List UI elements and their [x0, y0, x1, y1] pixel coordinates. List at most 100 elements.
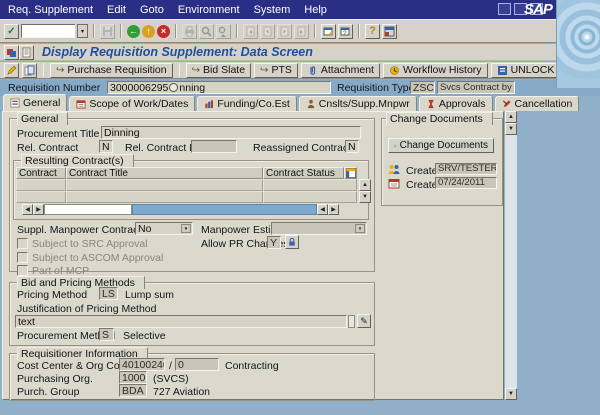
table-scroll-right-icon[interactable]: ▶	[33, 204, 44, 215]
table-row-cell[interactable]	[16, 179, 66, 191]
pts-label: PTS	[271, 64, 292, 76]
rel-contract-field[interactable]: N	[99, 140, 113, 153]
cost-center-field[interactable]: 40100240	[119, 358, 165, 371]
next-page-icon	[277, 23, 292, 39]
menu-system[interactable]: System	[254, 4, 291, 16]
requisition-number-field[interactable]: 3000006295 nning	[107, 81, 331, 94]
divider	[358, 24, 360, 38]
table-scroll-up-icon[interactable]: ▲	[359, 179, 371, 191]
purchasing-org-field[interactable]: 1000	[119, 371, 147, 384]
other-requisition-icon[interactable]	[22, 62, 37, 78]
print-icon	[182, 23, 197, 39]
justification-text-field[interactable]: text	[15, 315, 347, 328]
table-scroll-down-icon[interactable]: ▼	[359, 191, 371, 203]
reassigned-contract-field[interactable]: N	[345, 140, 359, 153]
tab-general[interactable]: General	[3, 94, 68, 111]
table-scroll-left-icon[interactable]: ◀	[317, 204, 328, 215]
menu-environment[interactable]: Environment	[178, 4, 240, 16]
create-shortcut-icon[interactable]: ?	[338, 23, 353, 39]
table-hscroll-thumb[interactable]	[132, 204, 317, 215]
exit-glyph: ↑	[146, 26, 151, 36]
tab-strip: General Scope of Work/Dates Funding/Co.E…	[0, 94, 600, 111]
minimize-icon[interactable]	[498, 3, 511, 15]
services-for-object-icon[interactable]	[19, 44, 34, 60]
menu-req-supplement[interactable]: Req. Supplement	[8, 4, 93, 16]
sap-gui-window: Req. Supplement Edit Goto Environment Sy…	[0, 0, 600, 415]
command-input[interactable]	[21, 24, 75, 38]
dropdown-icon[interactable]: ▾	[355, 224, 365, 233]
menu-help[interactable]: Help	[304, 4, 327, 16]
table-scroll-right-icon[interactable]: ▶	[328, 204, 339, 215]
screen-options-icon[interactable]	[4, 44, 19, 60]
exit-icon[interactable]: ↑	[142, 24, 155, 38]
table-scroll-left-icon[interactable]: ◀	[22, 204, 33, 215]
manpower-estimate-dropdown[interactable]: ▾	[271, 222, 367, 235]
part-of-mcp-checkbox[interactable]	[17, 265, 28, 276]
src-approval-checkbox[interactable]	[17, 238, 28, 249]
suppl-manpower-dropdown[interactable]: No ▾	[135, 222, 193, 235]
tab-scope-of-work[interactable]: Scope of Work/Dates	[69, 96, 196, 111]
menu-goto[interactable]: Goto	[140, 4, 164, 16]
sap-logo: SAP	[524, 1, 553, 18]
table-row-cell[interactable]	[66, 179, 263, 191]
table-row-cell[interactable]	[16, 191, 66, 203]
procurement-method-code-field[interactable]: S	[99, 328, 114, 341]
table-row-cell[interactable]	[263, 179, 357, 191]
created-on-icon	[388, 179, 400, 189]
back-icon[interactable]: ←	[127, 24, 140, 38]
scroll-down-icon[interactable]: ▼	[505, 388, 517, 400]
dropdown-icon[interactable]: ▾	[181, 224, 191, 233]
tab-funding[interactable]: Funding/Co.Est	[197, 96, 297, 111]
purch-group-field[interactable]: BDA	[119, 384, 147, 397]
enter-icon[interactable]: ✓	[4, 23, 19, 39]
content-vscrollbar[interactable]: ▲ ▼ ▼	[505, 111, 517, 400]
text-expand-handle[interactable]	[348, 315, 355, 328]
pts-button[interactable]: ↪ PTS	[254, 62, 298, 78]
col-contract-status[interactable]: Contract Status	[263, 167, 344, 179]
lock-icon[interactable]	[285, 235, 299, 249]
tab-cancellation[interactable]: Cancellation	[494, 96, 580, 111]
workflow-history-button[interactable]: Workflow History	[382, 62, 488, 78]
new-session-icon[interactable]	[321, 23, 336, 39]
rel-contract-no-field[interactable]	[191, 140, 237, 153]
ascom-approval-checkbox[interactable]	[17, 252, 28, 263]
funding-tab-icon	[205, 100, 214, 109]
customize-layout-icon[interactable]	[382, 23, 397, 39]
pricing-method-code-field[interactable]: LS	[99, 287, 118, 300]
table-settings-icon[interactable]	[344, 167, 357, 179]
tab-cancellation-label: Cancellation	[514, 98, 573, 110]
menu-edit[interactable]: Edit	[107, 4, 126, 16]
help-icon[interactable]: ?	[365, 23, 380, 39]
col-contract-no[interactable]: Contract No	[16, 167, 66, 179]
allow-pr-changes-field[interactable]: Y	[267, 236, 281, 249]
table-row-cell[interactable]	[263, 191, 357, 203]
divider	[236, 24, 238, 38]
requisition-type-code-field[interactable]: ZSCR	[410, 81, 435, 94]
pricing-method-desc: Lump sum	[125, 289, 175, 301]
tab-cnslts-supp-mnpwr[interactable]: Cnslts/Supp.Mnpwr	[298, 96, 417, 111]
display-change-icon[interactable]	[4, 62, 19, 78]
cancel-icon[interactable]: ×	[157, 24, 170, 38]
purchase-requisition-button[interactable]: ↪ Purchase Requisition	[50, 62, 173, 78]
bid-slate-button[interactable]: ↪ Bid Slate	[185, 62, 252, 78]
scroll-thumb-icon[interactable]: ▼	[505, 123, 517, 135]
org-code-field[interactable]: 0	[175, 358, 219, 371]
suppl-manpower-label: Suppl. Manpower Contract	[17, 224, 142, 236]
created-by-field[interactable]: SRV/TESTER1	[435, 163, 497, 175]
change-documents-button[interactable]: Change Documents	[388, 138, 494, 153]
command-history-icon[interactable]: ▾	[77, 24, 88, 38]
edit-text-icon[interactable]: ✎	[357, 314, 371, 328]
procurement-title-field[interactable]: Dinning	[101, 126, 361, 139]
attachment-button[interactable]: Attachment	[300, 62, 380, 78]
col-contract-title[interactable]: Contract Title	[66, 167, 263, 179]
tab-scope-label: Scope of Work/Dates	[89, 98, 189, 110]
purchasing-org-label: Purchasing Org.	[17, 373, 93, 385]
requisition-type-desc-field[interactable]: Svcs Contract by CD	[437, 81, 515, 94]
manpower-tab-icon	[307, 99, 314, 109]
created-on-field[interactable]: 07/24/2011	[435, 177, 497, 189]
table-hscroll-track[interactable]	[44, 204, 132, 215]
scroll-up-icon[interactable]: ▲	[505, 111, 517, 123]
attachment-label: Attachment	[320, 64, 374, 76]
table-row-cell[interactable]	[66, 191, 263, 203]
tab-approvals[interactable]: Approvals	[418, 96, 493, 111]
